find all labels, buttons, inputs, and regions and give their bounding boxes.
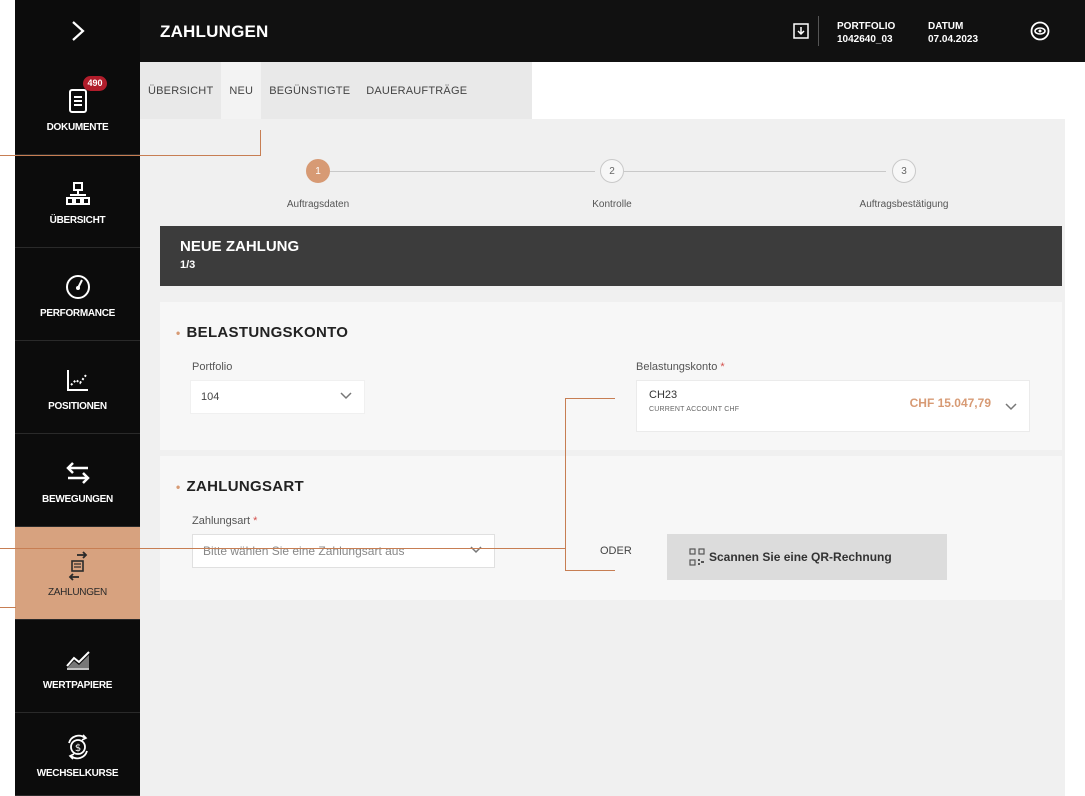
step-2-label: Kontrolle bbox=[592, 199, 632, 210]
scan-qr-label: Scannen Sie eine QR-Rechnung bbox=[709, 550, 892, 564]
sidebar-item-uebersicht[interactable]: ÜBERSICHT bbox=[15, 155, 140, 248]
section-title: • BELASTUNGSKONTO bbox=[176, 324, 349, 341]
svg-text:$: $ bbox=[74, 743, 80, 754]
sidebar-item-label: DOKUMENTE bbox=[46, 121, 109, 133]
sidebar-item-label: ÜBERSICHT bbox=[49, 214, 106, 226]
payment-type-select[interactable]: Bitte wählen Sie eine Zahlungsart aus bbox=[192, 534, 495, 568]
sidebar-item-dokumente[interactable]: 490 DOKUMENTE bbox=[15, 62, 140, 155]
chart-line-icon bbox=[63, 363, 93, 397]
portfolio-label: PORTFOLIO bbox=[837, 21, 896, 32]
annotation-line bbox=[565, 398, 615, 399]
document-count-badge: 490 bbox=[83, 75, 107, 91]
main-content: 1 2 3 Auftragsdaten Kontrolle Auftragsbe… bbox=[140, 119, 1065, 796]
sidebar-item-label: WERTPAPIERE bbox=[42, 679, 113, 691]
payment-type-label: Zahlungsart * bbox=[192, 515, 258, 527]
sidebar-item-label: POSITIONEN bbox=[48, 400, 107, 412]
download-icon[interactable] bbox=[793, 23, 809, 39]
bullet: • bbox=[176, 480, 181, 494]
sidebar-item-label: ZAHLUNGEN bbox=[48, 586, 107, 598]
sidebar-item-positionen[interactable]: POSITIONEN bbox=[15, 341, 140, 434]
date-value: 07.04.2023 bbox=[928, 34, 979, 45]
progress-stepper: 1 2 3 Auftragsdaten Kontrolle Auftragsbe… bbox=[140, 119, 1065, 219]
date-label: DATUM bbox=[928, 21, 964, 32]
bullet: • bbox=[176, 326, 181, 340]
account-iban: CH23 bbox=[649, 389, 678, 401]
chevron-down-icon bbox=[1005, 403, 1017, 411]
divider bbox=[818, 16, 819, 46]
chevron-right-icon bbox=[71, 21, 85, 41]
form-step-indicator: 1/3 bbox=[180, 259, 196, 271]
tab-neu[interactable]: NEU bbox=[221, 62, 262, 119]
account-balance: CHF 15.047,79 bbox=[909, 396, 991, 410]
step-2-circle: 2 bbox=[600, 159, 624, 183]
sidebar-item-bewegungen[interactable]: BEWEGUNGEN bbox=[15, 434, 140, 527]
sidebar-item-label: WECHSELKURSE bbox=[36, 767, 119, 779]
tab-uebersicht[interactable]: ÜBERSICHT bbox=[140, 62, 221, 119]
annotation-line bbox=[0, 548, 566, 549]
or-separator: ODER bbox=[600, 545, 632, 557]
portfolio-select-value: 104 bbox=[201, 391, 220, 403]
sidebar-item-wechselkurse[interactable]: $ WECHSELKURSE bbox=[15, 713, 140, 796]
portfolio-info: PORTFOLIO 1042640_03 bbox=[837, 20, 895, 46]
step-1-label: Auftragsdaten bbox=[286, 199, 350, 210]
sidebar-item-wertpapiere[interactable]: WERTPAPIERE bbox=[15, 620, 140, 713]
debit-account-section: • BELASTUNGSKONTO Portfolio 104 Belastung… bbox=[160, 302, 1062, 450]
chevron-down-icon bbox=[340, 392, 352, 400]
tab-dauerauftraege[interactable]: DAUERAUFTRÄGE bbox=[358, 62, 475, 119]
chart-area-icon bbox=[63, 642, 93, 676]
page-title: ZAHLUNGEN bbox=[160, 22, 269, 41]
date-info: DATUM 07.04.2023 bbox=[928, 20, 978, 46]
sitemap-icon bbox=[63, 177, 93, 211]
top-bar: ZAHLUNGEN PORTFOLIO 1042640_03 DATUM 07.… bbox=[140, 0, 1085, 62]
tab-bar: ÜBERSICHT NEU BEGÜNSTIGTE DAUERAUFTRÄGE bbox=[140, 62, 532, 119]
transfer-arrows-icon bbox=[63, 456, 93, 490]
payment-type-section: • ZAHLUNGSART Zahlungsart * Bitte wählen … bbox=[160, 456, 1062, 600]
speedometer-icon bbox=[63, 270, 93, 304]
step-1-circle: 1 bbox=[306, 159, 330, 183]
step-connector bbox=[330, 171, 595, 172]
sidebar-item-zahlungen[interactable]: ZAHLUNGEN bbox=[15, 527, 140, 620]
tab-beguenstigte[interactable]: BEGÜNSTIGTE bbox=[261, 62, 358, 119]
payment-type-placeholder: Bitte wählen Sie eine Zahlungsart aus bbox=[203, 544, 405, 558]
annotation-line bbox=[565, 570, 615, 571]
annotation-line bbox=[565, 398, 566, 571]
step-3-circle: 3 bbox=[892, 159, 916, 183]
sidebar-toggle-button[interactable] bbox=[15, 0, 140, 62]
step-connector bbox=[624, 171, 886, 172]
scan-qr-invoice-button[interactable]: Scannen Sie eine QR-Rechnung bbox=[667, 534, 947, 580]
portfolio-value: 1042640_03 bbox=[837, 34, 893, 45]
sidebar-item-label: PERFORMANCE bbox=[39, 307, 116, 319]
document-icon: 490 bbox=[63, 75, 107, 118]
portfolio-field-label: Portfolio bbox=[192, 361, 233, 373]
debit-account-select[interactable]: CH23 CURRENT ACCOUNT CHF CHF 15.047,79 bbox=[636, 380, 1030, 432]
qr-code-icon bbox=[689, 548, 705, 566]
annotation-line bbox=[260, 130, 261, 156]
sidebar: 490 DOKUMENTE ÜBERSICHT PERFORMANCE POSI… bbox=[15, 0, 140, 796]
debit-account-label: Belastungskonto * bbox=[636, 361, 725, 373]
account-name: CURRENT ACCOUNT CHF bbox=[649, 406, 740, 413]
user-menu-icon[interactable] bbox=[1030, 21, 1050, 41]
payment-transfer-icon bbox=[63, 549, 93, 583]
portfolio-select[interactable]: 104 bbox=[190, 380, 365, 414]
currency-exchange-icon: $ bbox=[63, 730, 93, 764]
sidebar-item-label: BEWEGUNGEN bbox=[42, 493, 113, 505]
section-title: • ZAHLUNGSART bbox=[176, 478, 304, 495]
annotation-line bbox=[0, 607, 16, 608]
form-header: NEUE ZAHLUNG 1/3 bbox=[160, 226, 1062, 286]
annotation-line bbox=[0, 155, 261, 156]
form-title: NEUE ZAHLUNG bbox=[180, 238, 300, 255]
sidebar-item-performance[interactable]: PERFORMANCE bbox=[15, 248, 140, 341]
step-3-label: Auftragsbestätigung bbox=[859, 199, 949, 210]
